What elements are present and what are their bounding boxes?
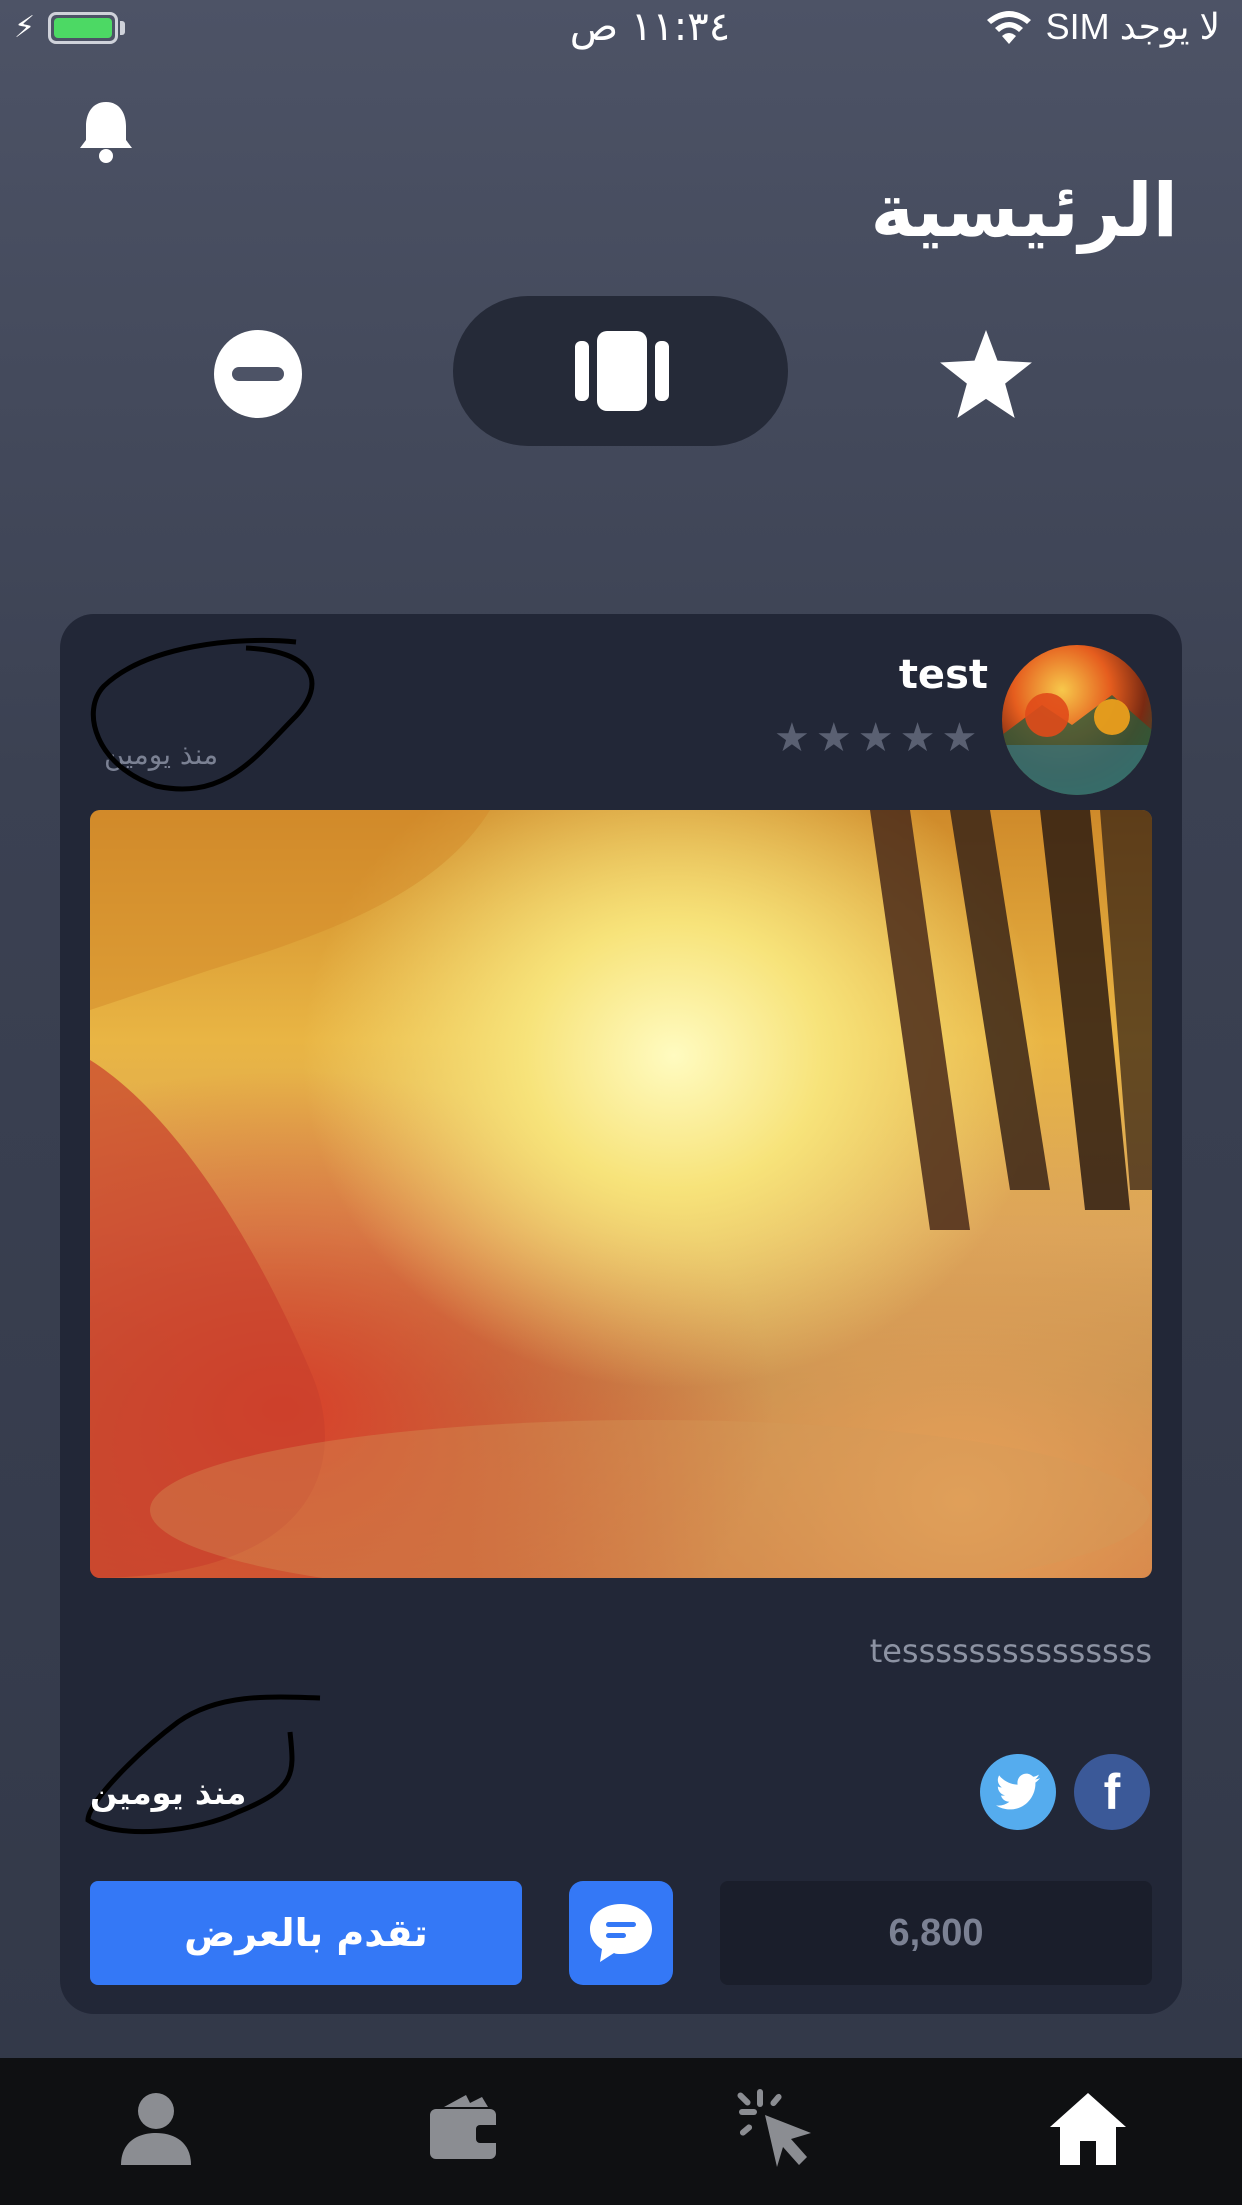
bottom-tab-bar [0, 2058, 1242, 2205]
cards-toggle[interactable] [453, 296, 788, 446]
star-icon: ★ [899, 715, 936, 761]
click-icon [737, 2089, 811, 2167]
avatar-landscape [1002, 693, 1152, 795]
submit-offer-button[interactable]: تقدم بالعرض [90, 1881, 522, 1985]
star-icon: ★ [815, 715, 852, 761]
username[interactable]: test [899, 652, 988, 698]
profile-icon [121, 2093, 191, 2165]
scribble-annotation [90, 637, 315, 792]
status-time: ١١:٣٤ ص [569, 4, 731, 50]
scribble-annotation [85, 1694, 321, 1835]
post-description: tesssssssssssssss [869, 1632, 1152, 1670]
cards-icon [575, 331, 669, 411]
wallet-icon [430, 2095, 500, 2159]
battery-tip [120, 21, 125, 35]
price-display: 6,800 [720, 1881, 1152, 1985]
tab-home[interactable] [1038, 2078, 1138, 2178]
twitter-button[interactable] [980, 1754, 1056, 1830]
page-title: الرئيسية [870, 168, 1178, 254]
battery-icon [48, 12, 118, 44]
post-image[interactable] [90, 810, 1152, 1578]
star-icon[interactable] [940, 330, 1032, 418]
charging-icon: ⚡ [14, 10, 36, 45]
autumn-path-photo [90, 810, 1152, 1578]
twitter-icon [996, 1773, 1040, 1810]
minus-circle-icon[interactable] [214, 330, 302, 418]
wifi-icon [987, 11, 1031, 44]
star-icon: ★ [774, 715, 810, 761]
star-icon: ★ [857, 715, 894, 761]
rating-stars: ★ ★ ★ ★ ★ [774, 718, 977, 758]
post-time-ago-bottom: منذ يومين [90, 1774, 247, 1812]
facebook-button[interactable]: f [1074, 1754, 1150, 1830]
tab-profile[interactable] [106, 2078, 206, 2178]
chat-bubble-icon [590, 1904, 652, 1962]
tab-actions[interactable] [728, 2078, 828, 2178]
bell-icon[interactable] [76, 98, 136, 164]
chat-button[interactable] [569, 1881, 673, 1985]
facebook-icon: f [1103, 1764, 1121, 1820]
home-icon [1050, 2093, 1126, 2165]
tab-wallet[interactable] [414, 2078, 514, 2178]
star-icon: ★ [941, 715, 978, 761]
carrier-label: لا يوجد SIM [1045, 6, 1220, 47]
status-bar: ⚡ ١١:٣٤ ص لا يوجد SIM [0, 0, 1242, 58]
view-toggle [0, 296, 1242, 446]
avatar[interactable] [1002, 645, 1152, 795]
